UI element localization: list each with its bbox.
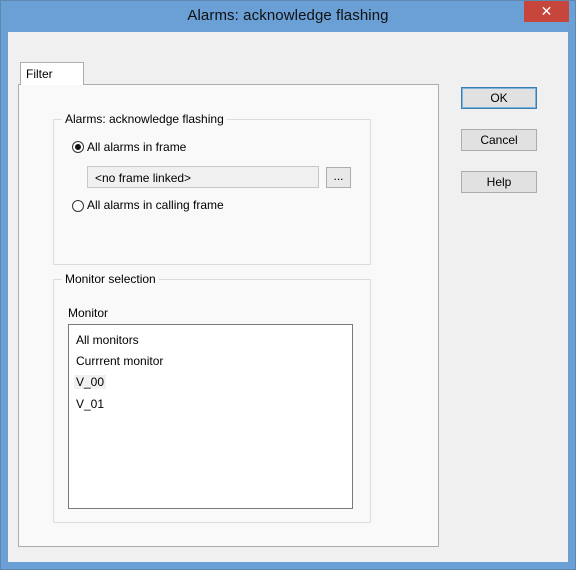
list-item[interactable]: Currrent monitor [76,354,163,368]
browse-frame-button[interactable]: ... [326,167,351,188]
all-alarms-in-frame-radio[interactable] [72,141,84,153]
ack-flashing-group: Alarms: acknowledge flashing All alarms … [53,112,371,265]
all-alarms-in-calling-frame-radio[interactable] [72,200,84,212]
all-alarms-in-frame-label[interactable]: All alarms in frame [87,140,186,154]
monitor-listbox[interactable]: All monitors Currrent monitor V_00 V_01 [68,324,353,509]
ellipsis-icon: ... [333,169,344,183]
tab-filter-label: Filter [26,67,53,81]
dialog-window: Alarms: acknowledge flashing ✕ Filter Al… [0,0,576,570]
ok-button[interactable]: OK [461,87,537,109]
list-item[interactable]: V_00 [74,375,107,389]
list-item[interactable]: All monitors [76,333,139,347]
monitor-selection-group: Monitor selection Monitor All monitors C… [53,272,371,523]
tab-filter[interactable]: Filter [20,62,84,85]
monitor-group-legend: Monitor selection [62,272,159,286]
title-bar[interactable]: Alarms: acknowledge flashing ✕ [1,1,575,32]
frame-link-value: <no frame linked> [95,171,192,185]
dialog-body: Filter Alarms: acknowledge flashing All … [8,32,568,562]
close-button[interactable]: ✕ [524,1,569,22]
frame-link-field[interactable]: <no frame linked> [87,166,319,188]
close-icon: ✕ [540,3,553,19]
window-title: Alarms: acknowledge flashing [187,7,389,24]
all-alarms-in-calling-frame-label[interactable]: All alarms in calling frame [87,198,224,212]
help-button[interactable]: Help [461,171,537,193]
monitor-list-label: Monitor [68,306,109,320]
list-item[interactable]: V_01 [76,397,104,411]
cancel-button[interactable]: Cancel [461,129,537,151]
ack-group-legend: Alarms: acknowledge flashing [62,112,227,126]
filter-tab-panel: Alarms: acknowledge flashing All alarms … [18,84,439,547]
